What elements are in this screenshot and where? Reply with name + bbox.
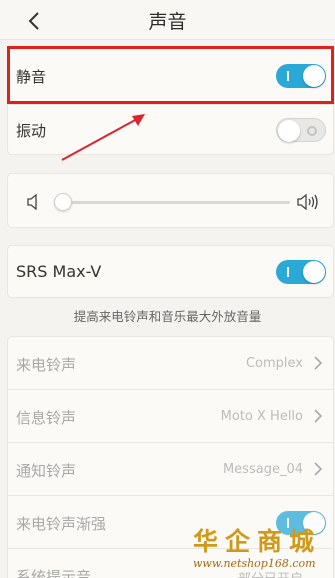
watermark-url: www.netshop168.com [193, 557, 316, 570]
annotation-arrow-icon [61, 114, 145, 161]
watermark-logo-text: 华企商城 [193, 527, 322, 556]
